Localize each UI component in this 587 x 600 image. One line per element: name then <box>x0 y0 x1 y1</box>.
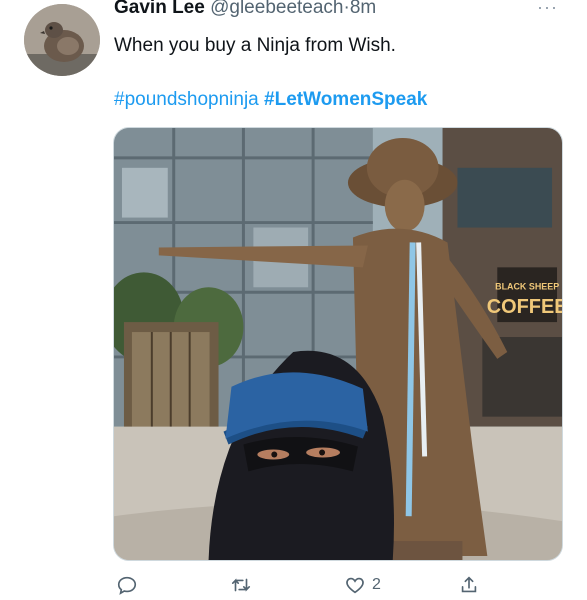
tweet-media-photo[interactable]: BLACK SHEEP COFFEE <box>113 127 563 561</box>
like-count: 2 <box>372 576 381 593</box>
retweet-button[interactable] <box>230 574 258 596</box>
retweet-icon <box>231 578 251 592</box>
avatar[interactable] <box>24 4 100 76</box>
tweet-actions: 2 <box>0 572 587 600</box>
reply-button[interactable] <box>116 574 144 596</box>
tweet-hashtags: #poundshopninja #LetWomenSpeak <box>114 88 427 112</box>
author-name[interactable]: Gavin Lee <box>114 0 205 18</box>
tweet-header: Gavin Lee @gleebeeteach·8m <box>114 0 376 20</box>
tweet-timestamp[interactable]: 8m <box>350 0 376 18</box>
avatar-pigeon-image <box>24 4 100 76</box>
tweet-text: When you buy a Ninja from Wish. <box>114 35 396 56</box>
heart-icon <box>346 577 364 594</box>
more-horizontal-icon[interactable]: ··· <box>537 0 558 16</box>
author-handle[interactable]: @gleebeeteach <box>210 0 343 18</box>
like-button[interactable]: 2 <box>344 574 381 596</box>
share-button[interactable] <box>458 574 486 596</box>
hashtag-link[interactable]: #LetWomenSpeak <box>264 89 427 110</box>
hashtag-link[interactable]: #poundshopninja <box>114 89 259 110</box>
cafe-sign-line2: COFFEE <box>487 296 562 318</box>
photo-statue-scene: BLACK SHEEP COFFEE <box>114 128 562 560</box>
tweet[interactable]: Gavin Lee @gleebeeteach·8m ··· When you … <box>0 0 587 600</box>
cafe-sign-line1: BLACK SHEEP <box>495 281 559 291</box>
reply-icon <box>117 576 137 595</box>
share-icon <box>461 576 477 593</box>
